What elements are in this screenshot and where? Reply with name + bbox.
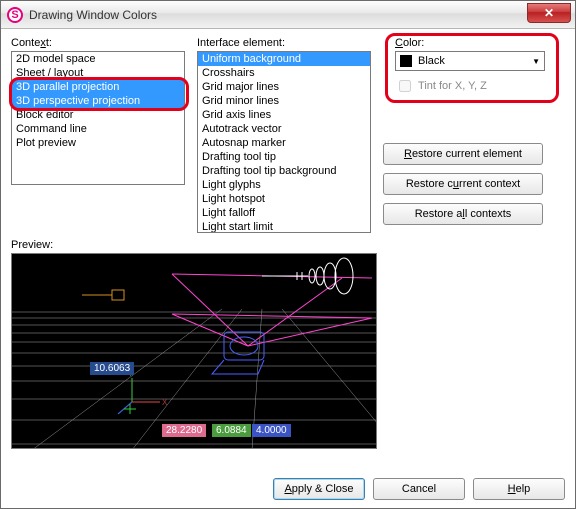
restore-current-context-button[interactable]: Restore current context [383,173,543,195]
interface-element-item[interactable]: Grid major lines [198,80,370,94]
context-item[interactable]: Block editor [12,108,184,122]
interface-element-item[interactable]: Uniform background [198,52,370,66]
context-listbox[interactable]: 2D model spaceSheet / layout3D parallel … [11,51,185,185]
svg-text:X: X [162,398,168,407]
preview-dim-3: 6.0884 [212,424,251,437]
interface-element-item[interactable]: Crosshairs [198,66,370,80]
window-title: Drawing Window Colors [29,8,157,22]
tint-checkbox[interactable] [399,80,411,92]
titlebar: S Drawing Window Colors ✕ [1,1,575,29]
context-item[interactable]: 2D model space [12,52,184,66]
interface-element-item[interactable]: Light falloff [198,206,370,220]
color-name: Black [418,55,445,67]
preview-dim-2: 28.2280 [162,424,206,437]
close-icon: ✕ [544,6,554,20]
context-item[interactable]: 3D parallel projection [12,80,184,94]
interface-element-item[interactable]: Autotrack vector [198,122,370,136]
context-label: Context: [11,37,185,49]
tint-checkbox-row[interactable]: Tint for X, Y, Z [395,77,565,95]
help-button[interactable]: Help [473,478,565,500]
tint-label: Tint for X, Y, Z [418,80,487,92]
chevron-down-icon: ▼ [532,57,540,66]
context-item[interactable]: 3D perspective projection [12,94,184,108]
close-button[interactable]: ✕ [527,3,571,23]
interface-element-item[interactable]: Grid axis lines [198,108,370,122]
app-icon: S [7,7,23,23]
interface-element-item[interactable]: Light hotspot [198,192,370,206]
interface-element-item[interactable]: Drafting tool tip background [198,164,370,178]
interface-element-item[interactable]: Light start limit [198,220,370,233]
preview-label: Preview: [11,239,565,251]
interface-element-item[interactable]: Drafting tool tip [198,150,370,164]
preview-svg: X Y [12,254,377,449]
color-swatch [400,55,412,67]
interface-element-label: Interface element: [197,37,371,49]
color-dropdown[interactable]: Black ▼ [395,51,545,71]
apply-close-button[interactable]: Apply & Close [273,478,365,500]
context-item[interactable]: Plot preview [12,136,184,150]
restore-current-element-button[interactable]: Restore current element [383,143,543,165]
preview-dim-4: 4.0000 [252,424,291,437]
interface-element-listbox[interactable]: Uniform backgroundCrosshairsGrid major l… [197,51,371,233]
interface-element-item[interactable]: Grid minor lines [198,94,370,108]
preview-dim-1: 10.6063 [90,362,134,375]
preview-canvas: X Y 10.6063 28.2280 6.0884 4.0000 [11,253,377,449]
restore-all-contexts-button[interactable]: Restore all contexts [383,203,543,225]
interface-element-item[interactable]: Autosnap marker [198,136,370,150]
color-label: Color: [395,37,565,49]
interface-element-item[interactable]: Light glyphs [198,178,370,192]
context-item[interactable]: Command line [12,122,184,136]
context-item[interactable]: Sheet / layout [12,66,184,80]
cancel-button[interactable]: Cancel [373,478,465,500]
